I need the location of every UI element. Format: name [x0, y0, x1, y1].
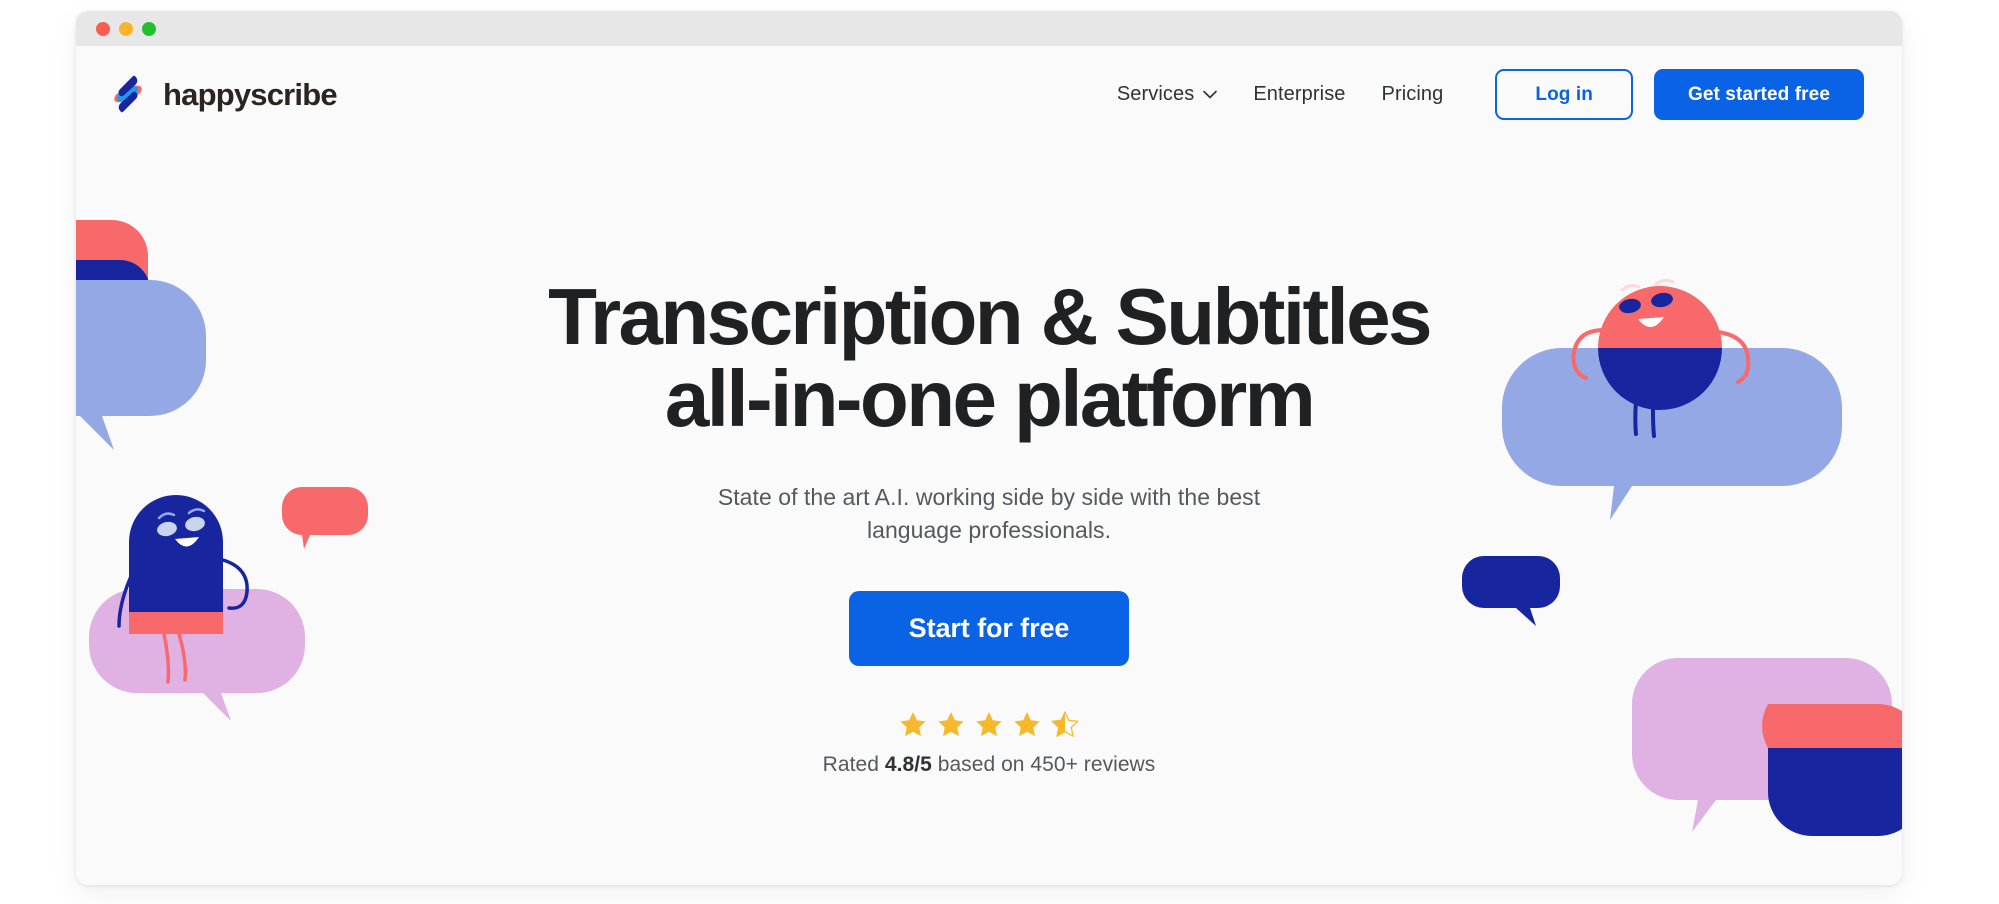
right-illustration-graphic: [1462, 278, 1902, 836]
character-brow: [1654, 278, 1675, 286]
coral-circle-character: [1598, 286, 1722, 348]
nav-item-pricing[interactable]: Pricing: [1382, 83, 1444, 106]
character-arm: [117, 570, 135, 628]
left-illustration-graphic: [76, 220, 368, 721]
navy-blob-character: [129, 495, 223, 630]
hero-title-line-1: Transcription & Subtitles: [548, 272, 1432, 361]
nav-item-enterprise-label: Enterprise: [1253, 82, 1346, 105]
nav-item-enterprise[interactable]: Enterprise: [1253, 83, 1345, 106]
character-arm: [221, 558, 249, 610]
hero-illustration-left: [76, 142, 476, 885]
character-leg: [177, 632, 188, 682]
hero-subtitle: State of the art A.I. working side by si…: [717, 484, 1261, 543]
coral-belt: [129, 612, 223, 634]
login-button[interactable]: Log in: [1495, 68, 1633, 120]
minimize-window-button[interactable]: [119, 22, 133, 36]
character-arm: [1716, 330, 1751, 384]
site-header: happyscribe Services Enterprise Pricing: [76, 46, 1902, 142]
light-blue-speech-bubble: [1502, 348, 1842, 520]
star-filled-icon: [900, 712, 926, 737]
star-filled-icon: [938, 712, 964, 737]
star-half-icon: [1050, 710, 1080, 738]
star-filled-icon: [1014, 712, 1040, 737]
lavender-speech-bubble: [89, 589, 305, 721]
rating-prefix: Rated: [822, 752, 885, 776]
hero-illustration-right: [1462, 142, 1902, 885]
character-leg: [1633, 374, 1640, 436]
small-coral-speech-bubble: [282, 487, 368, 549]
rating-suffix: based on 450+ reviews: [931, 752, 1156, 776]
light-blue-speech-bubble: [76, 280, 206, 450]
character-leg: [162, 632, 171, 684]
character-brow: [187, 508, 206, 515]
nav-item-services[interactable]: Services: [1117, 83, 1218, 106]
brand-logo-link[interactable]: happyscribe: [106, 72, 338, 116]
hero-content: Transcription & Subtitles all-in-one pla…: [499, 142, 1479, 777]
nav-item-services-label: Services: [1116, 82, 1195, 105]
page-title: Transcription & Subtitles all-in-one pla…: [499, 276, 1479, 439]
character-eye: [157, 521, 177, 537]
character-leg: [1651, 376, 1656, 438]
hero-title-line-2: all-in-one platform: [664, 353, 1316, 443]
character-smile: [1638, 317, 1664, 328]
page-viewport: happyscribe Services Enterprise Pricing: [76, 46, 1902, 885]
character-brow: [157, 512, 176, 520]
maximize-window-button[interactable]: [142, 22, 156, 36]
character-eye: [1651, 292, 1673, 308]
rating-text: Rated 4.8/5 based on 450+ reviews: [499, 753, 1479, 777]
close-window-button[interactable]: [96, 22, 110, 36]
navy-rounded-square: [1768, 748, 1902, 836]
character-brow: [1620, 284, 1641, 292]
chevron-down-icon: [1203, 90, 1218, 98]
traffic-light-controls: [96, 22, 156, 36]
start-for-free-button[interactable]: Start for free: [848, 590, 1130, 666]
navy-half-circle: [1598, 348, 1722, 410]
character-eye: [1619, 298, 1641, 314]
happyscribe-logo-icon: [114, 75, 142, 113]
star-rating: [499, 710, 1479, 740]
rating-block: Rated 4.8/5 based on 450+ reviews: [499, 710, 1479, 777]
hero-section: Transcription & Subtitles all-in-one pla…: [76, 142, 1902, 885]
character-smile: [175, 537, 199, 547]
rating-score: 4.8/5: [884, 752, 932, 776]
character-eye: [185, 516, 205, 532]
main-navigation: Services Enterprise Pricing: [1117, 83, 1444, 106]
browser-window: happyscribe Services Enterprise Pricing: [76, 11, 1902, 885]
signup-button[interactable]: Get started free: [1653, 68, 1864, 120]
coral-rounded-square: [1762, 704, 1902, 748]
coral-rounded-shape: [76, 220, 148, 318]
navy-rounded-shape: [76, 260, 150, 320]
brand-name: happyscribe: [163, 76, 338, 112]
browser-titlebar: [76, 11, 1902, 47]
character-arm: [1571, 328, 1606, 380]
nav-item-pricing-label: Pricing: [1381, 82, 1444, 105]
header-actions: Log in Get started free: [1495, 68, 1864, 120]
lavender-speech-bubble: [1632, 658, 1892, 832]
star-filled-icon: [976, 712, 1002, 737]
